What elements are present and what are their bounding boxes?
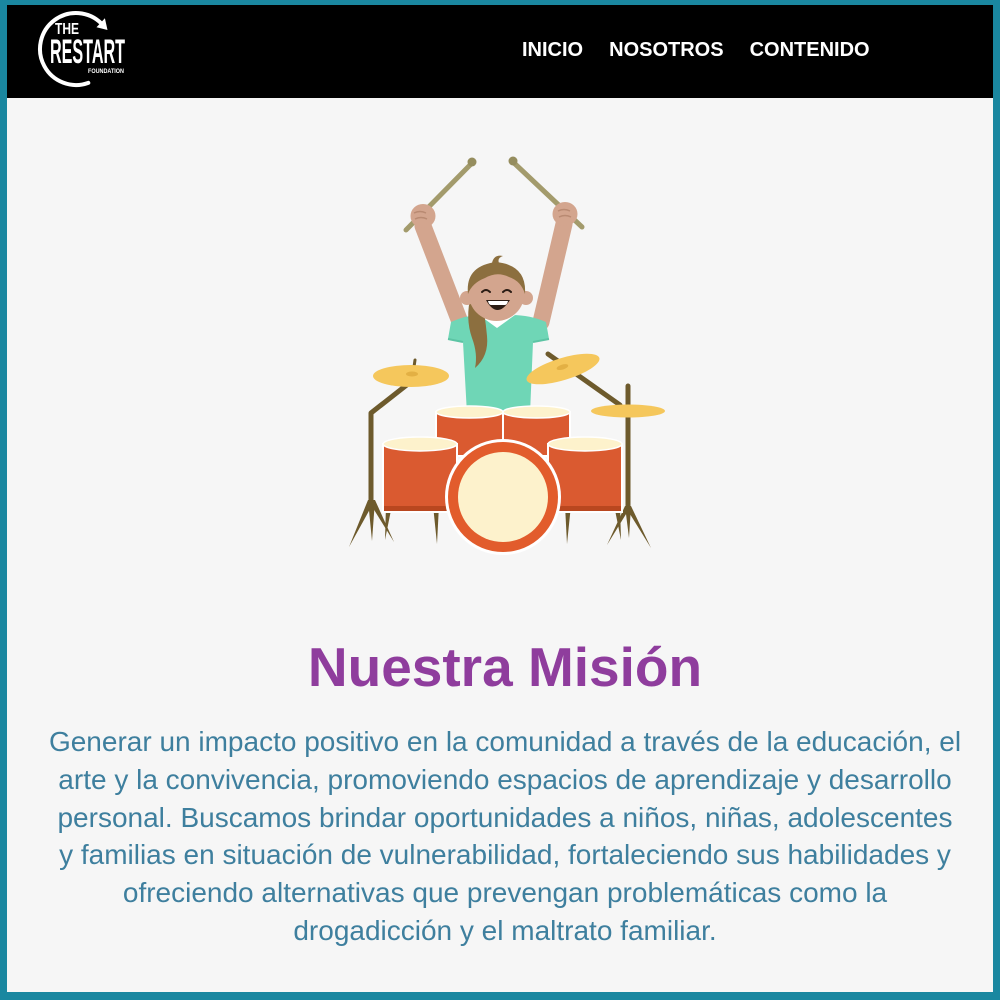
right-arm [532,215,573,331]
teeth [488,301,508,305]
left-cymbal [373,358,449,387]
logo-text-restart: RESTART [50,33,125,71]
drums-illustration [349,156,665,555]
nav-inicio[interactable]: INICIO [522,38,583,62]
restart-arrow-icon: THE RESTART FOUNDATION [38,11,125,87]
tom-right-head [502,405,571,419]
small-cymbal-disc [591,404,665,418]
tom-left-head [435,405,504,419]
left-arm [414,217,469,331]
bass-drum [445,439,561,555]
right-hand [552,202,578,226]
page-frame: THE RESTART FOUNDATION INICIO NOSOTROS C… [0,0,1000,1000]
drummer-body [447,309,550,414]
mission-text-line: arte y la convivencia, promoviendo espac… [58,763,952,795]
hands [410,202,578,228]
mission-text-line: drogadicción y el maltrato familiar. [293,914,717,946]
left-hand [410,204,436,228]
mission-text-line: y familias en situación de vulnerabilida… [59,839,951,871]
mission-text-line: ofreciendo alternativas que prevengan pr… [122,877,888,909]
right-drumstick-tip [508,156,518,166]
bass-drum-head [458,452,548,542]
nav-contenido[interactable]: CONTENIDO [750,38,870,62]
nav-nosotros[interactable]: NOSOTROS [609,38,723,62]
mission-text-line: personal. Buscamos brindar oportunidades… [57,801,953,833]
shirt [448,315,549,414]
floor-tom-left-head [382,436,458,452]
floor-tom-right-head [547,436,623,452]
small-cymbal [591,404,665,418]
mission-text-line: Generar un impacto positivo en la comuni… [48,726,962,757]
mission-text: Generar un impacto positivo en la comuni… [7,723,993,950]
mission-title: Nuestra Misión [307,636,703,698]
floor-tom-left-rim [384,506,456,511]
hair-tuft [492,255,503,263]
left-cymbal-bell [406,371,418,377]
logo-text-foundation: FOUNDATION [88,69,124,75]
top-navbar: THE RESTART FOUNDATION INICIO NOSOTROS C… [7,5,993,98]
left-drumstick-tip [467,157,477,167]
restart-foundation-logo[interactable]: THE RESTART FOUNDATION [36,9,130,91]
main-nav: INICIO NOSOTROS CONTENIDO [522,38,870,62]
